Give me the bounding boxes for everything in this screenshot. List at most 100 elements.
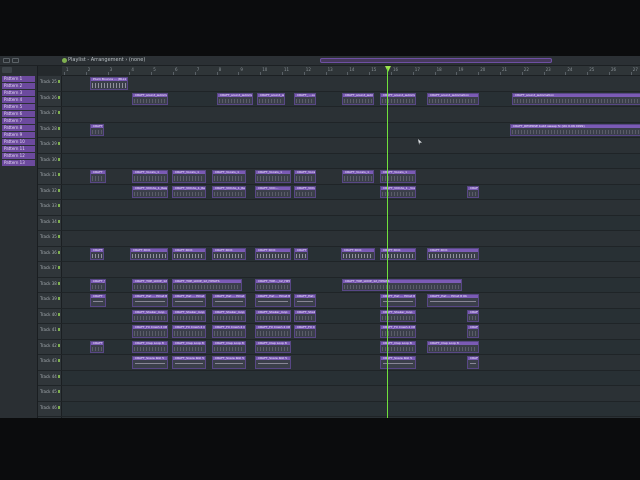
track-header[interactable]: Track 45 (38, 386, 62, 401)
playlist-clip[interactable]: CRAFT_FX Crash 2 CRASH (132, 325, 168, 338)
playlist-clip[interactable]: CRAFT KICK (130, 247, 168, 260)
playlist-clip[interactable]: CRAFT_Clap Loop 8 (212, 340, 246, 353)
track-lane[interactable] (62, 200, 640, 215)
playlist-clip[interactable]: CRAFT_Clap Loop 8 (427, 340, 479, 353)
playlist-clip[interactable]: CRAFT_Clap Loop 8 (380, 340, 416, 353)
pattern-item[interactable]: Pattern 1 (2, 76, 35, 82)
playlist-clip[interactable]: CRAFT_sound_automation (427, 92, 479, 105)
playlist-clip[interactable]: CRAFT_Hat ... Hihat 8 Ok (212, 294, 246, 307)
playlist-clip[interactable]: Pluck Bounce ... (BLL1 2ss) (90, 77, 128, 90)
pattern-item[interactable]: Pattern 11 (2, 146, 35, 152)
playlist-clip[interactable]: CRAFT_sound_automation (132, 92, 168, 105)
track-header[interactable]: Track 29 (38, 138, 62, 153)
playlist-clip[interactable]: CRAFT_ ...aution (294, 92, 316, 105)
scrollbar-thumb[interactable] (320, 58, 552, 63)
track-header[interactable]: Track 39 (38, 293, 62, 308)
track-lane[interactable]: CRAFT CRAFT_Hat ... Hihat 8 Ok CRAFT_Hat .… (62, 293, 640, 308)
track-lane[interactable]: CRAFT_sound_automation CRAFT_sound_automa… (62, 91, 640, 106)
track-header[interactable]: Track 35 (38, 231, 62, 246)
track-header[interactable]: Track 41 (38, 324, 62, 339)
track-lane[interactable]: CRAFT_Snare Roll 5 CRAFT_Snare Roll 5 CRAF… (62, 355, 640, 370)
playlist-clip[interactable]: CRAFT_FX Crash 2 CRASH (255, 325, 291, 338)
pattern-item[interactable]: Pattern 10 (2, 139, 35, 145)
playlist-clip[interactable]: CRAFT_Hat ... Hihat 8 Ok (132, 294, 168, 307)
track-mute-led[interactable] (58, 390, 60, 393)
playlist-clip[interactable]: CRAFT_Vocals_1 (380, 170, 416, 183)
playlist-clip[interactable]: CRAFT_Hat ... Hihat 8 Ok (380, 294, 416, 307)
track-header[interactable]: Track 38 (38, 277, 62, 292)
playlist-clip[interactable]: CRAFT_VOC... (255, 185, 291, 198)
track-header[interactable]: Track 34 (38, 215, 62, 230)
track-header[interactable]: Track 26 (38, 91, 62, 106)
playlist-clip[interactable]: CRAFT_Clap Loop 8 (132, 340, 168, 353)
track-mute-led[interactable] (58, 173, 60, 176)
playlist-clip[interactable]: CRAFT_VOCAL_1_Respect (294, 185, 316, 198)
playlist-clip[interactable]: CRAFT_REVERSE build sweep fx (Vol 0.06 0… (510, 123, 640, 136)
playlist-clip[interactable]: CRAFT (90, 294, 106, 307)
playlist-clip[interactable]: CRAFT KICK (341, 247, 375, 260)
playlist-clip[interactable]: CRAFT_Snare Roll 5 (380, 356, 416, 369)
playlist-clip[interactable]: CRAFT_FX Crash 2 CRASH (294, 325, 316, 338)
playlist-clip[interactable]: CRAFT_VOCAL_1_Respect (212, 185, 246, 198)
track-lane[interactable]: CRAFT CRAFT_Vocals_1 CRAFT_Vocals_1 CRAFT_V… (62, 169, 640, 184)
track-mute-led[interactable] (58, 405, 60, 409)
snap-button[interactable] (3, 58, 10, 63)
pattern-item[interactable]: Pattern 13 (2, 160, 35, 166)
playlist-clip[interactable]: CRAFT KICK (380, 247, 416, 260)
playlist-clip[interactable]: CRAFT_FX Crash 2 CRASH (212, 325, 246, 338)
track-lane[interactable] (62, 138, 640, 153)
track-mute-led[interactable] (58, 188, 60, 192)
playlist-clip[interactable]: CRAFT_Hat ... Hihat 8 Ok (427, 294, 479, 307)
track-mute-led[interactable] (58, 80, 60, 83)
track-lane[interactable]: CRAFT_Shaker_loop CRAFT_Shaker_loop CRAFT_… (62, 308, 640, 323)
playlist-clip[interactable]: CRAFT_Hat ... Hihat 8 Ok (172, 294, 206, 307)
track-header[interactable]: Track 46 (38, 401, 62, 416)
track-header[interactable]: Track 27 (38, 107, 62, 122)
playlist-clip[interactable]: CRAFT_Hat ... Hihat 8 Ok (255, 294, 291, 307)
search-icon[interactable] (2, 67, 12, 73)
track-header[interactable]: Track 28 (38, 122, 62, 137)
track-mute-led[interactable] (58, 235, 60, 238)
track-header[interactable]: Track 33 (38, 200, 62, 215)
track-mute-led[interactable] (58, 204, 60, 207)
pattern-item[interactable]: Pattern 12 (2, 153, 35, 159)
pattern-item[interactable]: Pattern 2 (2, 83, 35, 89)
track-header[interactable]: Track 31 (38, 169, 62, 184)
track-lane[interactable]: CRAFT_FX Crash 2 CRASH CRAFT_FX Crash 2 C… (62, 324, 640, 339)
playlist-clip[interactable]: CRAFT_Shaker_loop (212, 309, 246, 322)
playlist-clip[interactable]: CRAFT_Vocals_1 (294, 170, 316, 183)
playlist-clip[interactable]: CRAFT_VOCAL_1_Respect (132, 185, 168, 198)
playlist-clip[interactable]: CRAFT KICK (255, 247, 291, 260)
playlist-clip[interactable]: CRAFT_TOP_LOOP_12_HIHATS (172, 278, 242, 291)
track-lane[interactable]: CRAFT CRAFT_Clap Loop 8 CRAFT_Clap Loop 8 C… (62, 339, 640, 354)
playlist-clip[interactable]: CRAFT_Vocals_1 (172, 170, 206, 183)
playlist-clip[interactable]: CRAFT KICK (90, 247, 104, 260)
playlist-clip[interactable]: CRAFT KICK (427, 247, 479, 260)
playlist-clip[interactable]: CRAFT_Snare Roll 5 (172, 356, 206, 369)
playlist-clip[interactable]: CRAFT_Hat ... Hihat 8 Ok (294, 294, 316, 307)
pattern-item[interactable]: Pattern 6 (2, 111, 35, 117)
playlist-clip[interactable]: CRAFT_Clap Loop 8 (255, 340, 291, 353)
playlist-clip[interactable]: CRAFT (90, 170, 106, 183)
playlist-clip[interactable]: CRAFT_FX Crash 2 CRASH (172, 325, 206, 338)
playhead-line[interactable] (387, 68, 388, 418)
track-mute-led[interactable] (58, 266, 60, 269)
playlist-clip[interactable]: CRAFT_Shaker_loop (467, 309, 479, 322)
playlist-clip[interactable]: CRAFT_sound_automation (380, 92, 416, 105)
track-mute-led[interactable] (58, 374, 60, 378)
pattern-item[interactable]: Pattern 5 (2, 104, 35, 110)
playlist-clip[interactable]: CRAFT KICK (172, 247, 206, 260)
playlist-clip[interactable]: CRAFT KICK (294, 247, 308, 260)
pattern-item[interactable]: Pattern 7 (2, 118, 35, 124)
track-lane[interactable] (62, 386, 640, 401)
playlist-clip[interactable]: CRAFT_fx (90, 123, 104, 136)
track-lane[interactable]: CRAFT_TOP CRAFT_TOP_LOOP_12_HIHATS CRAFT_T… (62, 277, 640, 292)
playlist-clip[interactable]: CRAFT_Snare Roll 5 (467, 356, 479, 369)
track-lane[interactable]: CRAFT_VOCAL_1_Respect CRAFT_VOCAL_1_Respe… (62, 184, 640, 199)
playlist-clip[interactable]: CRAFT_Shaker_loop (172, 309, 206, 322)
pattern-item[interactable]: Pattern 3 (2, 90, 35, 96)
playlist-clip[interactable]: CRAFT_Shaker_loop (380, 309, 416, 322)
pattern-item[interactable]: Pattern 4 (2, 97, 35, 103)
track-lane[interactable]: CRAFT_PERC Loop 12CRAFT_PERC Loop 12CRAF… (62, 417, 640, 418)
track-mute-led[interactable] (58, 157, 60, 161)
